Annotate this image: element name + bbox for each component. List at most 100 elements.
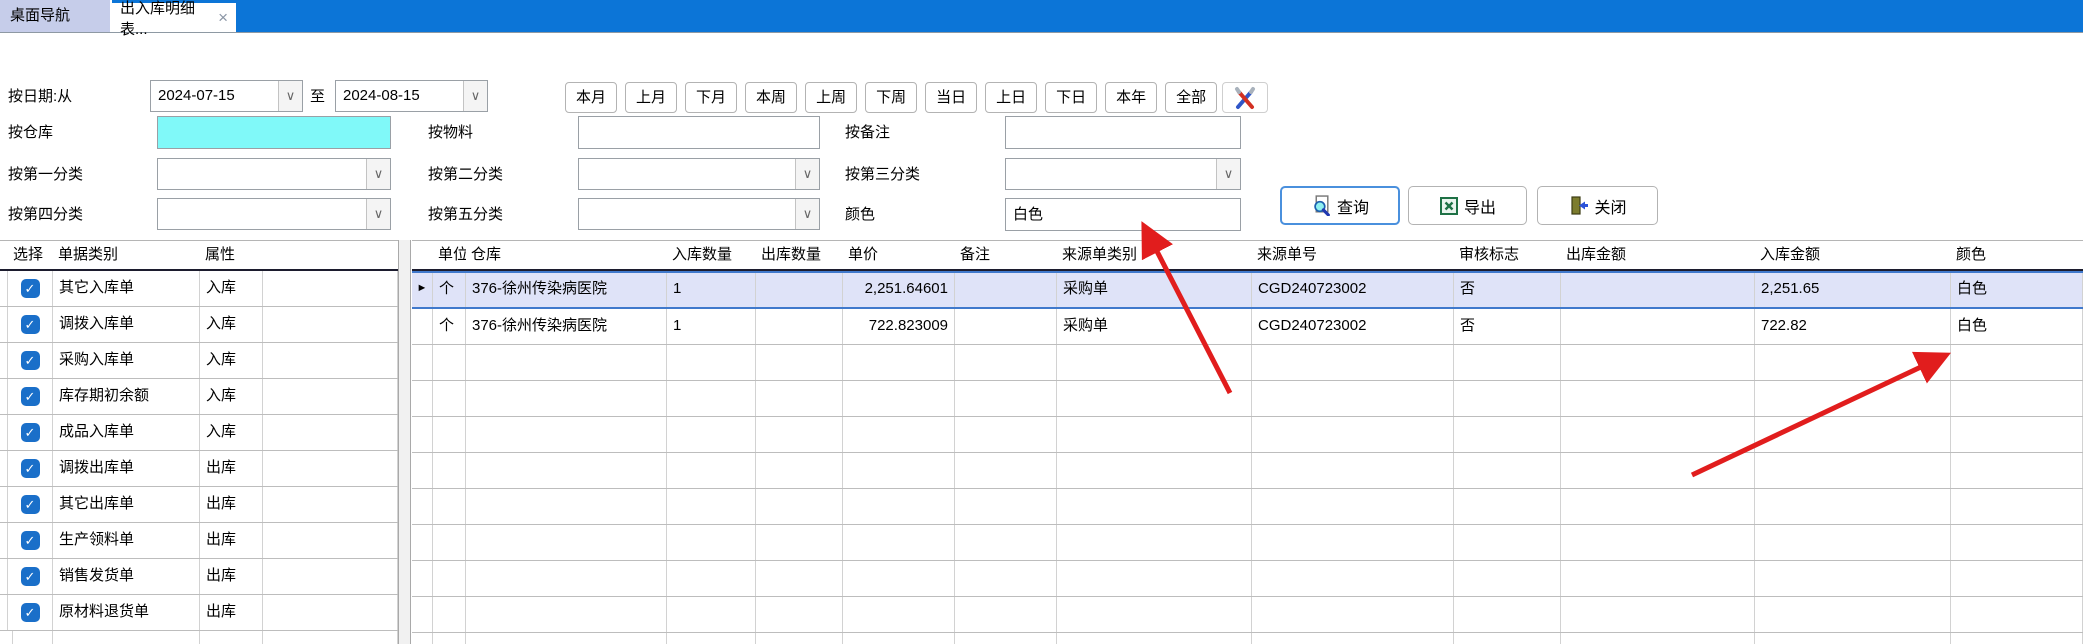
doc-type-cell[interactable]: 调拨出库单 [53,451,200,486]
checkbox-checked-icon[interactable]: ✓ [21,567,40,586]
checkbox-cell[interactable]: ✓ [8,415,53,450]
table-row[interactable]: ►个376-徐州传染病医院12,251.64601采购单CGD240723002… [412,271,2083,309]
column-header[interactable]: 入库金额 [1755,241,1951,269]
warehouse-filter-input[interactable] [157,116,391,149]
unit-cell[interactable]: 个 [433,273,466,307]
source-type-cell[interactable]: 采购单 [1057,273,1252,307]
query-button[interactable]: 查询 [1280,186,1400,225]
table-row[interactable]: ✓ 成品入库单入库 [0,415,398,451]
chevron-down-icon[interactable]: ∨ [366,199,390,229]
column-header[interactable]: 备注 [955,241,1057,269]
close-button[interactable]: 关闭 [1537,186,1658,225]
attr-cell[interactable]: 入库 [200,271,263,306]
column-header[interactable]: 来源单类别 [1057,241,1252,269]
period-button[interactable]: 上日 [985,82,1037,113]
attr-cell[interactable]: 出库 [200,451,263,486]
doc-type-cell[interactable]: 调拨入库单 [53,307,200,342]
chevron-down-icon[interactable]: ∨ [795,159,819,189]
period-button[interactable]: 本月 [565,82,617,113]
source-no-cell[interactable]: CGD240723002 [1252,273,1454,307]
remark-cell[interactable] [955,309,1057,344]
warehouse-cell[interactable]: 376-徐州传染病医院 [466,309,667,344]
table-row[interactable]: ✓采购入库单入库 [0,343,398,379]
in-amount-cell[interactable]: 722.82 [1755,309,1951,344]
category4-select[interactable]: ∨ [157,198,391,230]
table-row[interactable]: ✓ 其它入库单入库 [0,271,398,307]
material-filter-input[interactable] [578,116,820,149]
date-from-combo[interactable]: 2024-07-15 ∨ [150,80,303,112]
checkbox-checked-icon[interactable]: ✓ [21,495,40,514]
attr-cell[interactable]: 出库 [200,559,263,594]
doc-type-cell[interactable]: 其它出库单 [53,487,200,522]
checkbox-checked-icon[interactable]: ✓ [21,279,40,298]
color-filter-input[interactable]: 白色 [1005,198,1241,231]
audit-cell[interactable]: 否 [1454,309,1561,344]
audit-cell[interactable]: 否 [1454,273,1561,307]
period-button[interactable]: 上周 [805,82,857,113]
date-tools-button[interactable] [1222,82,1268,113]
color-cell[interactable]: 白色 [1951,309,2083,344]
out-amount-cell[interactable] [1561,273,1755,307]
in-amount-cell[interactable]: 2,251.65 [1755,273,1951,307]
attr-cell[interactable]: 出库 [200,523,263,558]
source-no-cell[interactable]: CGD240723002 [1252,309,1454,344]
checkbox-checked-icon[interactable]: ✓ [21,423,40,442]
table-row[interactable]: ✓调拨出库单出库 [0,451,398,487]
checkbox-cell[interactable]: ✓ [8,487,53,522]
chevron-down-icon[interactable]: ∨ [795,199,819,229]
chevron-down-icon[interactable]: ∨ [366,159,390,189]
attr-cell[interactable]: 入库 [200,379,263,414]
color-cell[interactable]: 白色 [1951,273,2083,307]
table-row[interactable]: ✓调拨入库单入库 [0,307,398,343]
attr-cell[interactable]: 出库 [200,487,263,522]
tab-inout-detail[interactable]: 出入库明细表... × [112,0,236,32]
column-header[interactable]: 出库数量 [756,241,843,269]
attr-cell[interactable]: 入库 [200,343,263,378]
period-button[interactable]: 下日 [1045,82,1097,113]
attr-cell[interactable]: 出库 [200,595,263,630]
period-button[interactable]: 当日 [925,82,977,113]
checkbox-cell[interactable]: ✓ [8,271,53,306]
date-to-combo[interactable]: 2024-08-15 ∨ [335,80,488,112]
column-header[interactable]: 属性 [200,241,263,269]
column-header[interactable]: 出库金额 [1561,241,1755,269]
checkbox-cell[interactable]: ✓ [8,343,53,378]
checkbox-cell[interactable]: ✓ [8,559,53,594]
checkbox-checked-icon[interactable]: ✓ [21,315,40,334]
column-header[interactable]: 审核标志 [1454,241,1561,269]
remark-cell[interactable] [955,273,1057,307]
column-header[interactable]: 颜色 [1951,241,2083,269]
chevron-down-icon[interactable]: ∨ [278,81,302,111]
checkbox-cell[interactable]: ✓ [8,523,53,558]
column-header[interactable]: 单价 [843,241,955,269]
column-header[interactable]: 入库数量 [667,241,756,269]
doc-type-cell[interactable]: 采购入库单 [53,343,200,378]
chevron-down-icon[interactable]: ∨ [1216,159,1240,189]
column-header[interactable]: 单据类别 [53,241,200,269]
table-row[interactable]: ✓原材料退货单出库 [0,595,398,631]
doc-type-cell[interactable]: 销售发货单 [53,559,200,594]
doc-type-cell[interactable]: 其它入库单 [53,271,200,306]
out-qty-cell[interactable] [756,273,843,307]
remark-filter-input[interactable] [1005,116,1241,149]
export-button[interactable]: 导出 [1408,186,1527,225]
period-button[interactable]: 下周 [865,82,917,113]
price-cell[interactable]: 722.823009 [843,309,955,344]
doc-type-cell[interactable]: 库存期初余额 [53,379,200,414]
vertical-scrollbar[interactable] [398,240,411,644]
doc-type-cell[interactable]: 成品入库单 [53,415,200,450]
column-header[interactable]: 来源单号 [1252,241,1454,269]
price-cell[interactable]: 2,251.64601 [843,273,955,307]
doc-type-cell[interactable]: 原材料退货单 [53,595,200,630]
checkbox-cell[interactable]: ✓ [8,451,53,486]
period-button[interactable]: 全部 [1165,82,1217,113]
attr-cell[interactable]: 入库 [200,415,263,450]
doc-type-cell[interactable]: 生产领料单 [53,523,200,558]
checkbox-checked-icon[interactable]: ✓ [21,387,40,406]
checkbox-checked-icon[interactable]: ✓ [21,531,40,550]
column-header[interactable]: 仓库 [466,241,667,269]
warehouse-cell[interactable]: 376-徐州传染病医院 [466,273,667,307]
category2-select[interactable]: ∨ [578,158,820,190]
column-header[interactable]: 选择 [8,241,53,269]
out-amount-cell[interactable] [1561,309,1755,344]
